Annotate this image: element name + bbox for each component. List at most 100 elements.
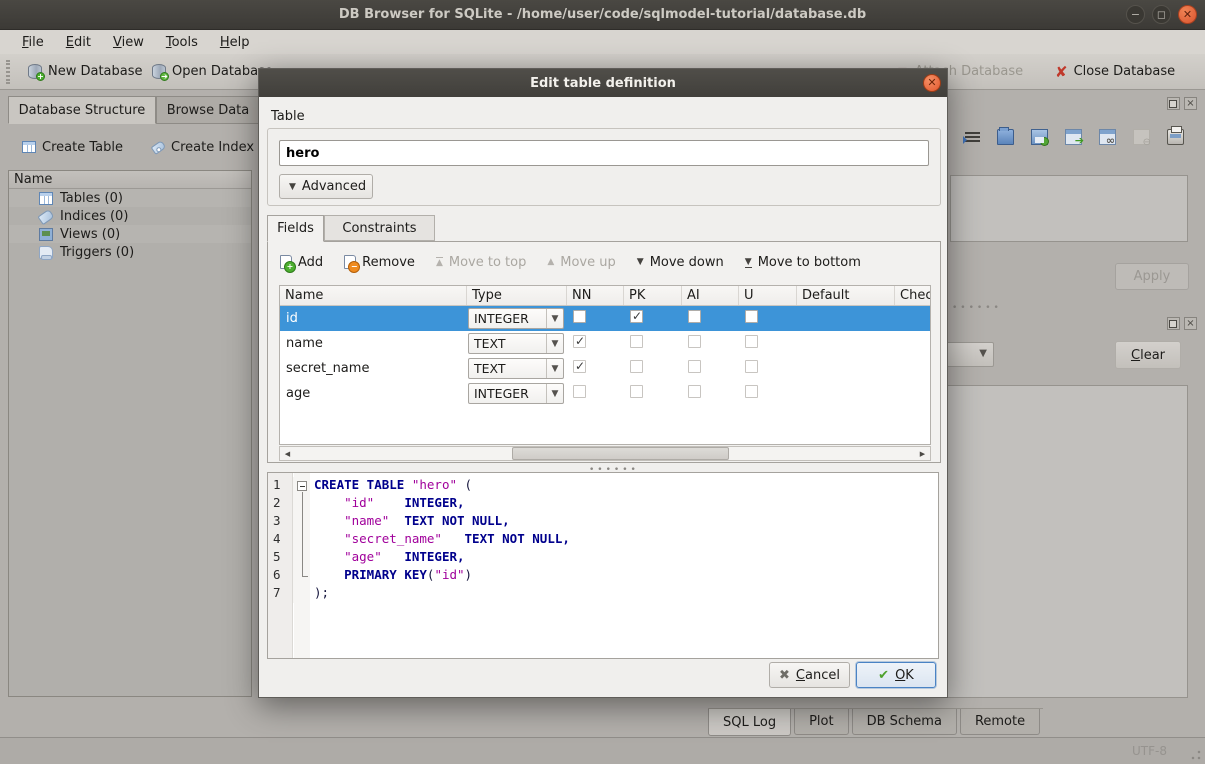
scrollbar-track[interactable] <box>295 447 915 460</box>
fields-panel: AddRemove▲Move to top▲Move up▼Move down▼… <box>267 241 941 463</box>
create-table-button[interactable]: Create Table <box>22 134 123 160</box>
scroll-left-icon[interactable]: ◀ <box>280 450 295 458</box>
move-to-top-button[interactable]: ▲Move to top <box>436 255 526 270</box>
column-header-default[interactable]: Default <box>797 286 895 305</box>
field-type-select[interactable]: INTEGER▼ <box>468 383 564 404</box>
clear-button[interactable]: Clear <box>1115 341 1181 369</box>
field-row-secret-name[interactable]: secret_nameTEXT▼ <box>280 356 930 381</box>
dock-close-icon[interactable]: × <box>1184 317 1197 330</box>
toolbar-grip[interactable] <box>6 60 10 84</box>
create-index-button[interactable]: Create Index <box>152 134 254 160</box>
column-header-u[interactable]: U <box>739 286 797 305</box>
advanced-button[interactable]: ▼ Advanced <box>279 174 373 199</box>
tree-item-indices[interactable]: Indices (0) <box>9 207 251 225</box>
tab-remote[interactable]: Remote <box>960 709 1040 735</box>
nn-checkbox[interactable] <box>573 360 586 373</box>
pk-checkbox[interactable] <box>630 360 643 373</box>
add-button[interactable]: Add <box>280 255 323 270</box>
tab-db-schema[interactable]: DB Schema <box>852 709 957 735</box>
scroll-right-icon[interactable]: ▶ <box>915 450 930 458</box>
move-down-button[interactable]: ▼Move down <box>637 255 724 270</box>
fold-collapse-icon[interactable] <box>297 481 307 491</box>
save-file-icon[interactable] <box>1031 129 1048 145</box>
dock-buttons-edit-cell: × <box>1167 97 1197 110</box>
column-header-name[interactable]: Name <box>280 286 467 305</box>
field-row-age[interactable]: ageINTEGER▼ <box>280 381 930 406</box>
remove-button[interactable]: Remove <box>344 255 415 270</box>
dock-close-icon[interactable]: × <box>1184 97 1197 110</box>
print-icon[interactable] <box>1167 129 1184 145</box>
tab-database-structure[interactable]: Database Structure <box>8 96 156 124</box>
nn-checkbox[interactable] <box>573 335 586 348</box>
menu-view[interactable]: View <box>103 33 154 52</box>
apply-button[interactable]: Apply <box>1115 263 1189 290</box>
tab-constraints[interactable]: Constraints <box>324 215 435 241</box>
nn-checkbox[interactable] <box>573 385 586 398</box>
column-header-ai[interactable]: AI <box>682 286 739 305</box>
ok-button[interactable]: ✔ OK <box>856 662 936 688</box>
u-checkbox[interactable] <box>745 385 758 398</box>
tree-item-views[interactable]: Views (0) <box>9 225 251 243</box>
field-type-select[interactable]: TEXT▼ <box>468 358 564 379</box>
scrollbar-thumb[interactable] <box>512 447 729 460</box>
tree-item-triggers[interactable]: Triggers (0) <box>9 243 251 261</box>
open-database-icon: ➔ <box>152 64 166 79</box>
column-header-pk[interactable]: PK <box>624 286 682 305</box>
u-checkbox[interactable] <box>745 310 758 323</box>
horizontal-scrollbar[interactable]: ◀ ▶ <box>279 446 931 461</box>
sql-preview[interactable]: 1CREATE TABLE "hero" (2 "id" INTEGER,3 "… <box>267 472 939 659</box>
tab-browse-data[interactable]: Browse Data <box>156 96 260 124</box>
tab-plot[interactable]: Plot <box>794 709 849 735</box>
chevron-down-icon: ▼ <box>546 359 563 378</box>
tab-fields[interactable]: Fields <box>267 215 324 242</box>
move-down-icon: ▼ <box>637 257 644 267</box>
tab-sql-log[interactable]: SQL Log <box>708 709 791 736</box>
field-row-name[interactable]: nameTEXT▼ <box>280 331 930 356</box>
column-header-nn[interactable]: NN <box>567 286 624 305</box>
field-type-cell: TEXT▼ <box>467 333 567 354</box>
minimize-icon[interactable]: − <box>1126 5 1145 24</box>
ai-checkbox[interactable] <box>688 310 701 323</box>
move-to-bottom-button[interactable]: ▼Move to bottom <box>745 255 861 270</box>
move-to-top-label: Move to top <box>449 255 526 270</box>
table-name-input[interactable] <box>279 140 929 166</box>
cancel-button[interactable]: ✖ Cancel <box>769 662 850 688</box>
column-header-type[interactable]: Type <box>467 286 567 305</box>
open-database-button[interactable]: ➔ Open Database <box>152 54 273 89</box>
ai-checkbox[interactable] <box>688 385 701 398</box>
tree-item-tables[interactable]: Tables (0) <box>9 189 251 207</box>
tab-label: Remote <box>975 714 1025 729</box>
pk-checkbox[interactable] <box>630 335 643 348</box>
field-row-id[interactable]: idINTEGER▼ <box>280 306 930 331</box>
u-checkbox[interactable] <box>745 335 758 348</box>
nn-checkbox[interactable] <box>573 310 586 323</box>
clear-cell-icon[interactable] <box>1133 129 1150 145</box>
open-file-icon[interactable] <box>997 129 1014 145</box>
ai-checkbox[interactable] <box>688 360 701 373</box>
menu-help[interactable]: Help <box>210 33 260 52</box>
cell-editor-area[interactable] <box>950 175 1188 242</box>
u-checkbox[interactable] <box>745 360 758 373</box>
resize-grip[interactable] <box>1191 750 1201 760</box>
dock-float-icon[interactable] <box>1167 317 1180 330</box>
dock-float-icon[interactable] <box>1167 97 1180 110</box>
pk-checkbox[interactable] <box>630 385 643 398</box>
field-type-select[interactable]: TEXT▼ <box>468 333 564 354</box>
field-type-select[interactable]: INTEGER▼ <box>468 308 564 329</box>
maximize-icon[interactable]: ◻ <box>1152 5 1171 24</box>
move-up-button[interactable]: ▲Move up <box>547 255 615 270</box>
menu-file[interactable]: File <box>12 33 54 52</box>
close-database-button[interactable]: ✘ Close Database <box>1055 54 1175 89</box>
dialog-close-icon[interactable]: ✕ <box>923 74 941 92</box>
ai-checkbox[interactable] <box>688 335 701 348</box>
menu-edit[interactable]: Edit <box>56 33 101 52</box>
column-header-check[interactable]: Check <box>895 286 930 305</box>
pk-checkbox[interactable] <box>630 310 643 323</box>
menu-tools[interactable]: Tools <box>156 33 208 52</box>
link-icon[interactable] <box>1099 129 1116 145</box>
export-icon[interactable] <box>1065 129 1082 145</box>
close-icon[interactable]: ✕ <box>1178 5 1197 24</box>
dock-splitter-handle[interactable]: •••••• <box>952 303 1002 313</box>
new-database-button[interactable]: + New Database <box>28 54 143 89</box>
text-import-icon[interactable] <box>965 132 980 144</box>
